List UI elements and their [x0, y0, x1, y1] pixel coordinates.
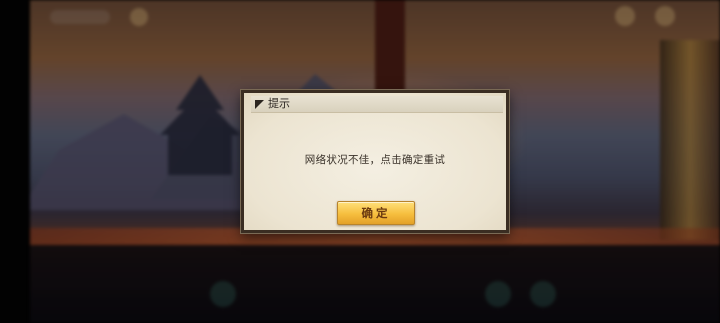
dialog-title: 提示 — [268, 97, 290, 110]
dialog-header: 提示 — [251, 96, 503, 113]
dialog-message: 网络状况不佳，点击确定重试 — [304, 154, 446, 166]
confirm-button[interactable]: 确定 — [337, 201, 415, 225]
confirm-button-label: 确定 — [361, 206, 391, 220]
corner-triangle-icon — [255, 99, 264, 109]
network-alert-dialog: 提示 网络状况不佳，点击确定重试 确定 — [241, 90, 509, 233]
game-screen: 提示 网络状况不佳，点击确定重试 确定 — [0, 0, 720, 323]
